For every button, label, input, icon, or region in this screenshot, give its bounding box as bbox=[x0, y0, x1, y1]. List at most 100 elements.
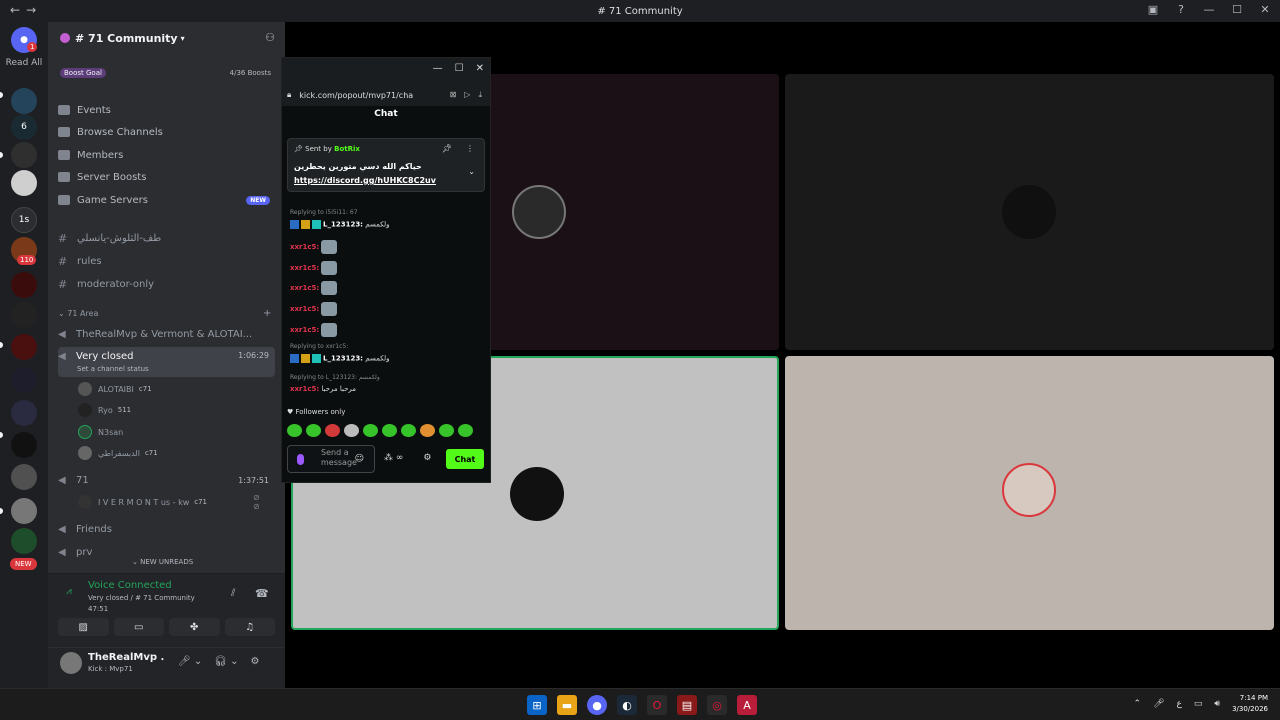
voice-user[interactable]: Ryo 511 bbox=[78, 401, 131, 419]
pinned-link[interactable]: https://discord.gg/hUHKC8C2uv bbox=[294, 176, 436, 185]
voice-user[interactable]: الدبسفراطي c71 bbox=[78, 444, 158, 462]
emote[interactable] bbox=[439, 424, 454, 437]
screen-share-button[interactable]: ▭ bbox=[113, 618, 164, 636]
chevron-up-icon[interactable]: ⌃ bbox=[1134, 699, 1142, 709]
chat-send-button[interactable]: Chat bbox=[446, 449, 484, 469]
emote[interactable] bbox=[344, 424, 359, 437]
participant-tile[interactable] bbox=[785, 74, 1274, 350]
voice-connected-channel[interactable]: Very closed / # 71 Community bbox=[88, 594, 195, 602]
server-header[interactable]: # 71 Community ▾ ⚇ bbox=[48, 22, 285, 54]
menu-events[interactable]: Events bbox=[58, 100, 275, 120]
address-bar[interactable]: 🔒︎ kick.com/popout/mvp71/cha ⊠ ▷ ⤓ bbox=[282, 84, 490, 106]
volume-icon[interactable]: 🔊︎ bbox=[1214, 699, 1220, 709]
more-options-icon[interactable]: ⋮ bbox=[466, 144, 474, 153]
server-icon[interactable] bbox=[11, 142, 37, 168]
maximize-icon[interactable]: ☐ bbox=[455, 63, 464, 74]
activities-button[interactable]: ✤ bbox=[169, 618, 220, 636]
menu-browse-channels[interactable]: Browse Channels bbox=[58, 122, 275, 142]
network-icon[interactable]: ▭ bbox=[1194, 699, 1203, 709]
steam-icon[interactable]: ◐ bbox=[617, 695, 637, 715]
voice-channel-friends[interactable]: ◀ Friends bbox=[58, 520, 275, 538]
minimize-icon[interactable]: — bbox=[433, 63, 443, 74]
emote[interactable] bbox=[420, 424, 435, 437]
avatar[interactable] bbox=[60, 652, 82, 674]
invite-people-icon[interactable]: ⚇ bbox=[265, 31, 275, 44]
mic-icon[interactable]: 🎤︎ ⌄ bbox=[178, 656, 202, 667]
category-71-area[interactable]: ⌄ 71 Area + bbox=[58, 308, 271, 319]
maximize-icon[interactable]: ☐ bbox=[1230, 3, 1244, 16]
emote[interactable] bbox=[382, 424, 397, 437]
camera-off-button[interactable]: ▨ bbox=[58, 618, 109, 636]
voice-user[interactable]: N3san bbox=[78, 423, 123, 441]
adobe-icon[interactable]: A bbox=[737, 695, 757, 715]
voice-channel-71[interactable]: ◀ 71 1:37:51 bbox=[58, 471, 275, 489]
mic-icon[interactable] bbox=[297, 454, 304, 465]
download-icon[interactable]: ⤓ bbox=[478, 90, 482, 100]
inbox-icon[interactable]: ▣ bbox=[1146, 3, 1160, 16]
menu-members[interactable]: Members bbox=[58, 145, 275, 165]
points-icon[interactable]: ⁂ ∞ bbox=[384, 453, 403, 463]
soundboard-button[interactable]: ♫ bbox=[224, 618, 275, 636]
server-icon[interactable] bbox=[11, 367, 37, 393]
new-unreads-button[interactable]: ⌄ NEW UNREADS bbox=[124, 555, 202, 569]
menu-server-boosts[interactable]: Server Boosts bbox=[58, 167, 275, 187]
close-icon[interactable]: ✕ bbox=[476, 63, 484, 74]
channel-item-rules[interactable]: # rules bbox=[58, 252, 275, 270]
minimize-icon[interactable]: — bbox=[1202, 3, 1216, 16]
clock[interactable]: 7:14 PM 3/30/2026 bbox=[1232, 693, 1268, 715]
server-icon[interactable] bbox=[11, 170, 37, 196]
close-icon[interactable]: ✕ bbox=[1258, 3, 1272, 16]
emote[interactable] bbox=[458, 424, 473, 437]
chevron-down-icon[interactable]: ⌄ bbox=[468, 167, 475, 176]
send-message-input[interactable]: Send a message ☺ bbox=[287, 445, 375, 473]
read-all-button[interactable]: Read All bbox=[0, 58, 48, 68]
voice-channel-active[interactable]: ◀ Very closed 1:06:29 Set a channel stat… bbox=[58, 347, 275, 377]
server-icon[interactable] bbox=[11, 528, 37, 554]
channel-item[interactable]: # طف-الثلوش-يانسلي bbox=[58, 229, 275, 247]
boost-goal-bar[interactable]: Boost Goal 4/36 Boosts bbox=[58, 66, 275, 80]
help-icon[interactable]: ? bbox=[1174, 3, 1188, 16]
settings-gear-icon[interactable]: ⚙ bbox=[423, 453, 431, 463]
menu-game-servers[interactable]: Game Servers NEW bbox=[58, 190, 275, 210]
file-explorer-icon[interactable]: ▬ bbox=[557, 695, 577, 715]
unpin-icon[interactable]: 📌︎ bbox=[442, 144, 452, 153]
server-icon[interactable] bbox=[11, 302, 37, 328]
server-icon[interactable] bbox=[11, 498, 37, 524]
disconnect-icon[interactable]: ☎ bbox=[255, 587, 269, 600]
url-text[interactable]: kick.com/popout/mvp71/cha bbox=[299, 91, 449, 100]
emote[interactable] bbox=[325, 424, 340, 437]
add-channel-icon[interactable]: + bbox=[263, 308, 271, 319]
emote[interactable] bbox=[401, 424, 416, 437]
emote[interactable] bbox=[306, 424, 321, 437]
translate-icon[interactable]: ⊠ bbox=[450, 90, 457, 100]
server-icon[interactable] bbox=[11, 432, 37, 458]
server-icon[interactable] bbox=[11, 88, 37, 114]
server-icon[interactable]: 6 bbox=[11, 114, 37, 140]
server-icon[interactable] bbox=[11, 334, 37, 360]
emote[interactable] bbox=[287, 424, 302, 437]
emoji-icon[interactable]: ☺ bbox=[355, 454, 364, 464]
voicemeeter-icon[interactable]: ▤ bbox=[677, 695, 697, 715]
emote[interactable] bbox=[363, 424, 378, 437]
server-icon[interactable]: 1s bbox=[11, 207, 37, 233]
settings-gear-icon[interactable]: ⚙ bbox=[251, 656, 260, 667]
voice-user[interactable]: ALOTAIBI c71 bbox=[78, 380, 152, 398]
voice-user[interactable]: I V E R M O N T us - kw c71 ⊘ ⊘ bbox=[78, 493, 260, 511]
start-icon[interactable]: ⊞ bbox=[527, 695, 547, 715]
channel-item-moderator-only[interactable]: # moderator-only bbox=[58, 275, 275, 293]
noise-suppression-icon[interactable]: ⫽ bbox=[231, 588, 235, 599]
discord-icon[interactable]: ● bbox=[587, 695, 607, 715]
opera-gx-icon[interactable]: ◎ bbox=[707, 695, 727, 715]
language-indicator[interactable]: ع bbox=[1177, 699, 1182, 709]
server-icon[interactable] bbox=[11, 272, 37, 298]
voice-connected-title[interactable]: Voice Connected bbox=[88, 580, 172, 591]
opera-icon[interactable]: O bbox=[647, 695, 667, 715]
mic-icon[interactable]: 🎤︎ bbox=[1153, 699, 1164, 709]
channel-status[interactable]: Set a channel status bbox=[77, 365, 149, 373]
server-icon[interactable] bbox=[11, 464, 37, 490]
participant-tile[interactable] bbox=[785, 356, 1274, 630]
server-icon[interactable] bbox=[11, 400, 37, 426]
headphones-icon[interactable]: 🎧︎ ⌄ bbox=[214, 656, 238, 667]
voice-channel[interactable]: ◀ TheRealMvp & Vermont & ALOTAI... bbox=[58, 325, 275, 343]
send-icon[interactable]: ▷ bbox=[464, 90, 470, 100]
